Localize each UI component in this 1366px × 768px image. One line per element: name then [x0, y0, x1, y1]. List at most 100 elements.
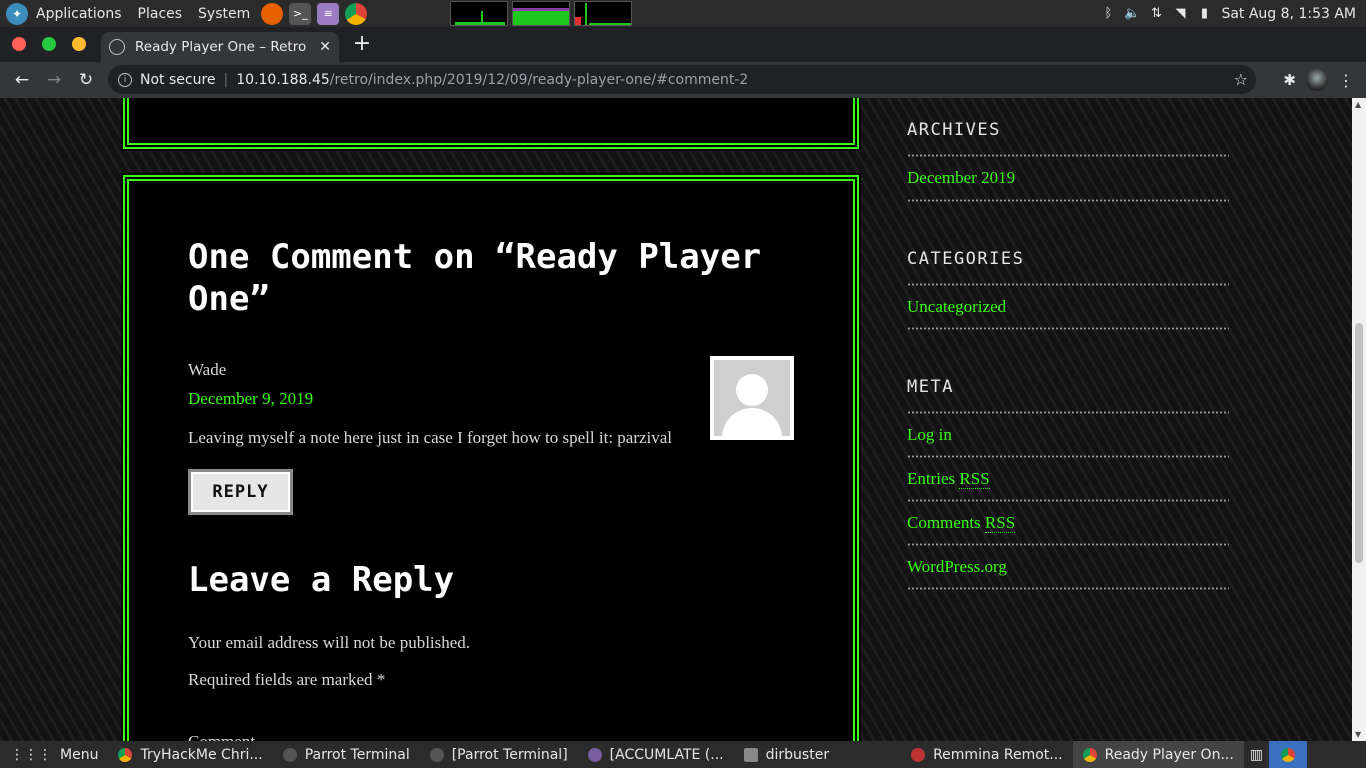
chrome-launcher-icon[interactable]	[345, 2, 368, 25]
memory-graph	[512, 1, 571, 26]
system-top-panel: ✦ Applications Places System >_ ≡ ᛒ 🔈 ⇅ …	[0, 0, 1366, 27]
divider	[907, 587, 1229, 590]
divider	[907, 499, 1229, 502]
bookmark-star-icon[interactable]: ☆	[1234, 70, 1248, 89]
window-maximize-button[interactable]	[42, 37, 56, 51]
required-asterisk: *	[376, 670, 386, 689]
taskbar-label: Parrot Terminal	[304, 746, 410, 763]
comment-date-link[interactable]: December 9, 2019	[188, 389, 313, 409]
tab-close-icon[interactable]: ✕	[319, 39, 331, 55]
scrollbar-thumb[interactable]	[1355, 323, 1363, 563]
entries-label: Entries	[907, 469, 956, 488]
wifi-icon[interactable]: ◥	[1173, 6, 1187, 21]
rss-abbr: RSS	[984, 513, 1016, 533]
not-secure-label[interactable]: Not secure	[140, 72, 216, 88]
back-arrow-icon[interactable]: ←	[7, 65, 37, 95]
comment-avatar	[710, 356, 794, 440]
url-host: 10.10.188.45	[236, 71, 330, 88]
meta-link-comments-rss[interactable]: Comments RSS	[907, 513, 1016, 533]
comments-label: Comments	[907, 513, 981, 532]
taskbar-item-accumlate[interactable]: [ACCUMLATE (...	[578, 741, 734, 768]
chrome-icon	[1281, 747, 1296, 762]
grid-menu-icon: ⋮⋮⋮	[10, 746, 52, 763]
system-tray: ᛒ 🔈 ⇅ ◥ ▮ Sat Aug 8, 1:53 AM	[1101, 0, 1356, 27]
kebab-menu-icon[interactable]: ⋮	[1338, 71, 1354, 90]
cpu-graph	[450, 1, 509, 26]
categories-title: CATEGORIES	[907, 249, 1025, 269]
toolbar-right: ✱ ⋮	[1283, 62, 1366, 98]
chrome-icon	[118, 747, 133, 762]
divider	[907, 199, 1229, 202]
bluetooth-icon[interactable]: ᛒ	[1101, 6, 1115, 21]
rss-abbr: RSS	[959, 469, 990, 489]
battery-icon[interactable]: ▮	[1197, 6, 1211, 21]
clock[interactable]: Sat Aug 8, 1:53 AM	[1221, 6, 1356, 22]
required-note: Required fields are marked *	[188, 670, 385, 690]
menu-system[interactable]: System	[190, 0, 258, 27]
scroll-up-arrow-icon[interactable]: ▲	[1355, 100, 1361, 109]
taskbar-item-tryhackme[interactable]: TryHackMe Chri...	[108, 741, 272, 768]
volume-icon[interactable]: 🔈	[1124, 6, 1140, 21]
globe-icon	[109, 39, 125, 55]
folder-icon	[743, 747, 758, 762]
forward-arrow-icon[interactable]: →	[39, 65, 69, 95]
archive-link-december-2019[interactable]: December 2019	[907, 168, 1015, 188]
browser-tab-bar: Ready Player One – Retro ✕ +	[0, 27, 1366, 62]
required-text: Required fields are marked	[188, 670, 373, 689]
network-arrows-icon[interactable]: ⇅	[1149, 6, 1163, 21]
profile-avatar[interactable]	[1306, 69, 1328, 91]
tab-ready-player-one[interactable]: Ready Player One – Retro ✕	[101, 32, 339, 62]
taskbar-item-dirbuster[interactable]: dirbuster	[734, 741, 839, 768]
comment-field-label: Comment	[188, 732, 255, 741]
meta-title: META	[907, 377, 954, 397]
menu-places[interactable]: Places	[130, 0, 191, 27]
leave-reply-title: Leave a Reply	[188, 560, 455, 600]
remmina-icon	[911, 747, 926, 762]
scroll-down-arrow-icon[interactable]: ▼	[1355, 730, 1361, 739]
taskbar-item-remmina[interactable]: Remmina Remot...	[901, 741, 1073, 768]
taskbar-label: Ready Player On...	[1104, 746, 1234, 763]
workspace-switcher-icon[interactable]: ▥	[1244, 741, 1269, 768]
taskbar-item-parrot-terminal-2[interactable]: [Parrot Terminal]	[420, 741, 578, 768]
terminal-launcher-icon[interactable]: >_	[289, 2, 312, 25]
url-path: /retro/index.php/2019/12/09/ready-player…	[329, 71, 749, 88]
window-close-button[interactable]	[12, 37, 26, 51]
default-user-icon	[714, 360, 790, 436]
tab-title: Ready Player One – Retro	[135, 39, 307, 55]
network-graph	[574, 1, 633, 26]
editor-icon	[587, 747, 602, 762]
divider	[907, 455, 1229, 458]
taskbar-label: [Parrot Terminal]	[451, 746, 568, 763]
menu-applications[interactable]: Applications	[28, 0, 130, 27]
parrot-logo-icon[interactable]: ✦	[6, 2, 28, 25]
divider	[907, 283, 1229, 286]
previous-post-box	[121, 98, 861, 151]
window-minimize-button[interactable]	[72, 37, 86, 51]
taskbar-label: [ACCUMLATE (...	[609, 746, 724, 763]
address-bar[interactable]: i Not secure | 10.10.188.45/retro/index.…	[108, 65, 1256, 94]
taskbar-item-parrot-terminal[interactable]: Parrot Terminal	[273, 741, 420, 768]
taskbar-label: TryHackMe Chri...	[140, 746, 263, 763]
comments-title: One Comment on “Ready Player One”	[188, 237, 762, 319]
taskbar-item-ready-player-one[interactable]: Ready Player On...	[1072, 741, 1244, 768]
page-scrollbar[interactable]: ▲ ▼	[1352, 98, 1366, 741]
meta-link-entries-rss[interactable]: Entries RSS	[907, 469, 990, 489]
text-editor-launcher-icon[interactable]: ≡	[317, 2, 340, 25]
divider	[907, 154, 1229, 157]
reply-button[interactable]: REPLY	[188, 469, 293, 515]
category-link-uncategorized[interactable]: Uncategorized	[907, 297, 1006, 317]
extensions-puzzle-icon[interactable]: ✱	[1283, 71, 1296, 89]
info-icon[interactable]: i	[118, 72, 132, 87]
taskbar-menu-button[interactable]: ⋮⋮⋮ Menu	[0, 741, 108, 768]
taskbar-label: Remmina Remot...	[933, 746, 1063, 763]
meta-link-login[interactable]: Log in	[907, 425, 952, 445]
reload-icon[interactable]: ↻	[71, 65, 101, 95]
archives-title: ARCHIVES	[907, 120, 1001, 140]
menu-label: Menu	[60, 746, 99, 763]
bottom-taskbar: ⋮⋮⋮ Menu TryHackMe Chri... Parrot Termin…	[0, 741, 1366, 768]
new-tab-button[interactable]: +	[350, 33, 374, 57]
divider	[907, 327, 1229, 330]
show-chrome-icon[interactable]	[1269, 741, 1308, 768]
firefox-launcher-icon[interactable]	[261, 2, 284, 25]
meta-link-wordpress[interactable]: WordPress.org	[907, 557, 1007, 577]
